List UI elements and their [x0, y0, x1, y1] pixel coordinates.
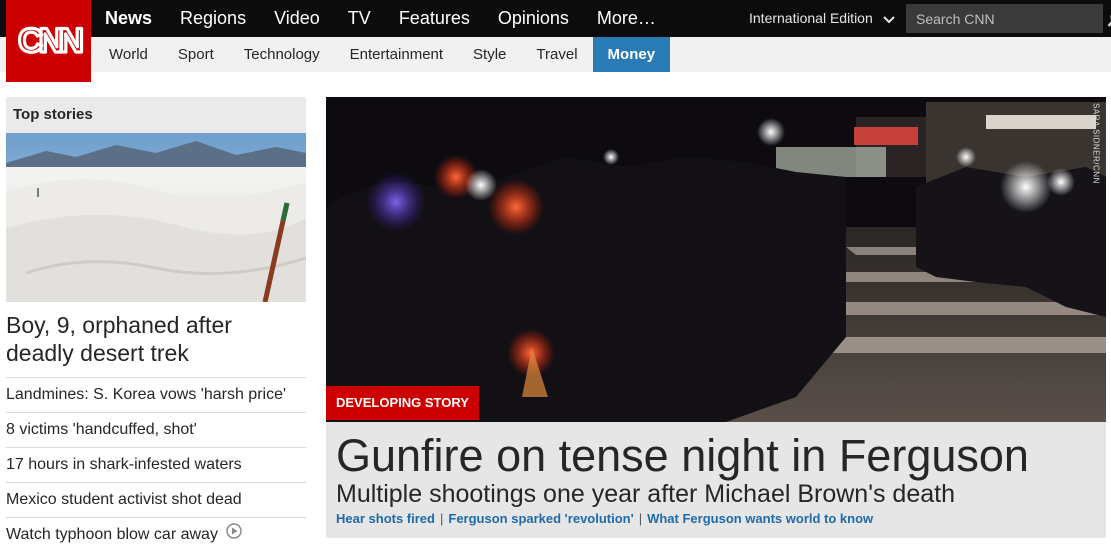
related-link[interactable]: Ferguson sparked 'revolution' [448, 511, 633, 526]
hero-related-links: Hear shots fired | Ferguson sparked 'revol… [336, 510, 873, 528]
developing-story-badge: DEVELOPING STORY [326, 386, 479, 420]
sub-nav: World Sport Technology Entertainment Sty… [94, 37, 670, 72]
nav-item-tv[interactable]: TV [334, 0, 385, 37]
related-link[interactable]: Hear shots fired [336, 511, 435, 526]
search-box [906, 4, 1103, 33]
play-icon [226, 518, 242, 552]
subnav-item-technology[interactable]: Technology [229, 37, 335, 72]
hero-story: SARA SIDNER/CNN DEVELOPING STORY Gunfire… [326, 97, 1106, 538]
list-item[interactable]: Mexico student activist shot dead [6, 482, 306, 517]
edition-label: International Edition [749, 10, 873, 26]
nav-item-features[interactable]: Features [385, 0, 484, 37]
list-item[interactable]: 17 hours in shark-infested waters [6, 447, 306, 482]
edition-selector[interactable]: International Edition [749, 0, 895, 37]
list-item[interactable]: 8 victims 'handcuffed, shot' [6, 412, 306, 447]
hero-subheadline[interactable]: Multiple shootings one year after Michae… [336, 479, 955, 509]
subnav-item-style[interactable]: Style [458, 37, 521, 72]
cnn-logo-icon: CNN [13, 14, 85, 64]
hero-text-panel: Gunfire on tense night in Ferguson Multi… [326, 422, 1106, 538]
list-item[interactable]: Landmines: S. Korea vows 'harsh price' [6, 377, 306, 412]
subnav-item-entertainment[interactable]: Entertainment [335, 37, 458, 72]
chevron-down-icon [883, 1, 895, 38]
ferguson-hero-image[interactable]: SARA SIDNER/CNN [326, 97, 1106, 422]
subnav-item-money[interactable]: Money [593, 37, 671, 72]
svg-text:CNN: CNN [18, 22, 82, 60]
nav-item-more[interactable]: More… [583, 0, 670, 37]
photo-credit: SARA SIDNER/CNN [1092, 103, 1101, 184]
top-stories-list: Landmines: S. Korea vows 'harsh price' 8… [6, 377, 306, 552]
nav-item-opinions[interactable]: Opinions [484, 0, 583, 37]
subnav-item-travel[interactable]: Travel [521, 37, 592, 72]
link-separator: | [440, 511, 443, 526]
nav-item-video[interactable]: Video [260, 0, 334, 37]
lead-story-headline[interactable]: Boy, 9, orphaned after deadly desert tre… [6, 302, 306, 377]
main-nav: News Regions Video TV Features Opinions … [91, 0, 670, 37]
top-stories-heading: Top stories [6, 97, 306, 133]
list-item[interactable]: Watch typhoon blow car away [6, 517, 306, 552]
list-item-label: Watch typhoon blow car away [6, 526, 218, 543]
nav-item-news[interactable]: News [91, 0, 166, 37]
subnav-item-world[interactable]: World [94, 37, 163, 72]
search-input[interactable] [906, 4, 1107, 33]
related-link[interactable]: What Ferguson wants world to know [647, 511, 873, 526]
cnn-logo[interactable]: CNN [6, 0, 91, 82]
subnav-item-sport[interactable]: Sport [163, 37, 229, 72]
top-stories-column: Top stories Boy, 9, orphaned after deadl… [6, 97, 306, 552]
search-icon[interactable] [1107, 10, 1111, 28]
hero-headline[interactable]: Gunfire on tense night in Ferguson [336, 430, 1029, 482]
link-separator: | [639, 511, 642, 526]
desert-story-image[interactable] [6, 133, 306, 302]
nav-item-regions[interactable]: Regions [166, 0, 260, 37]
